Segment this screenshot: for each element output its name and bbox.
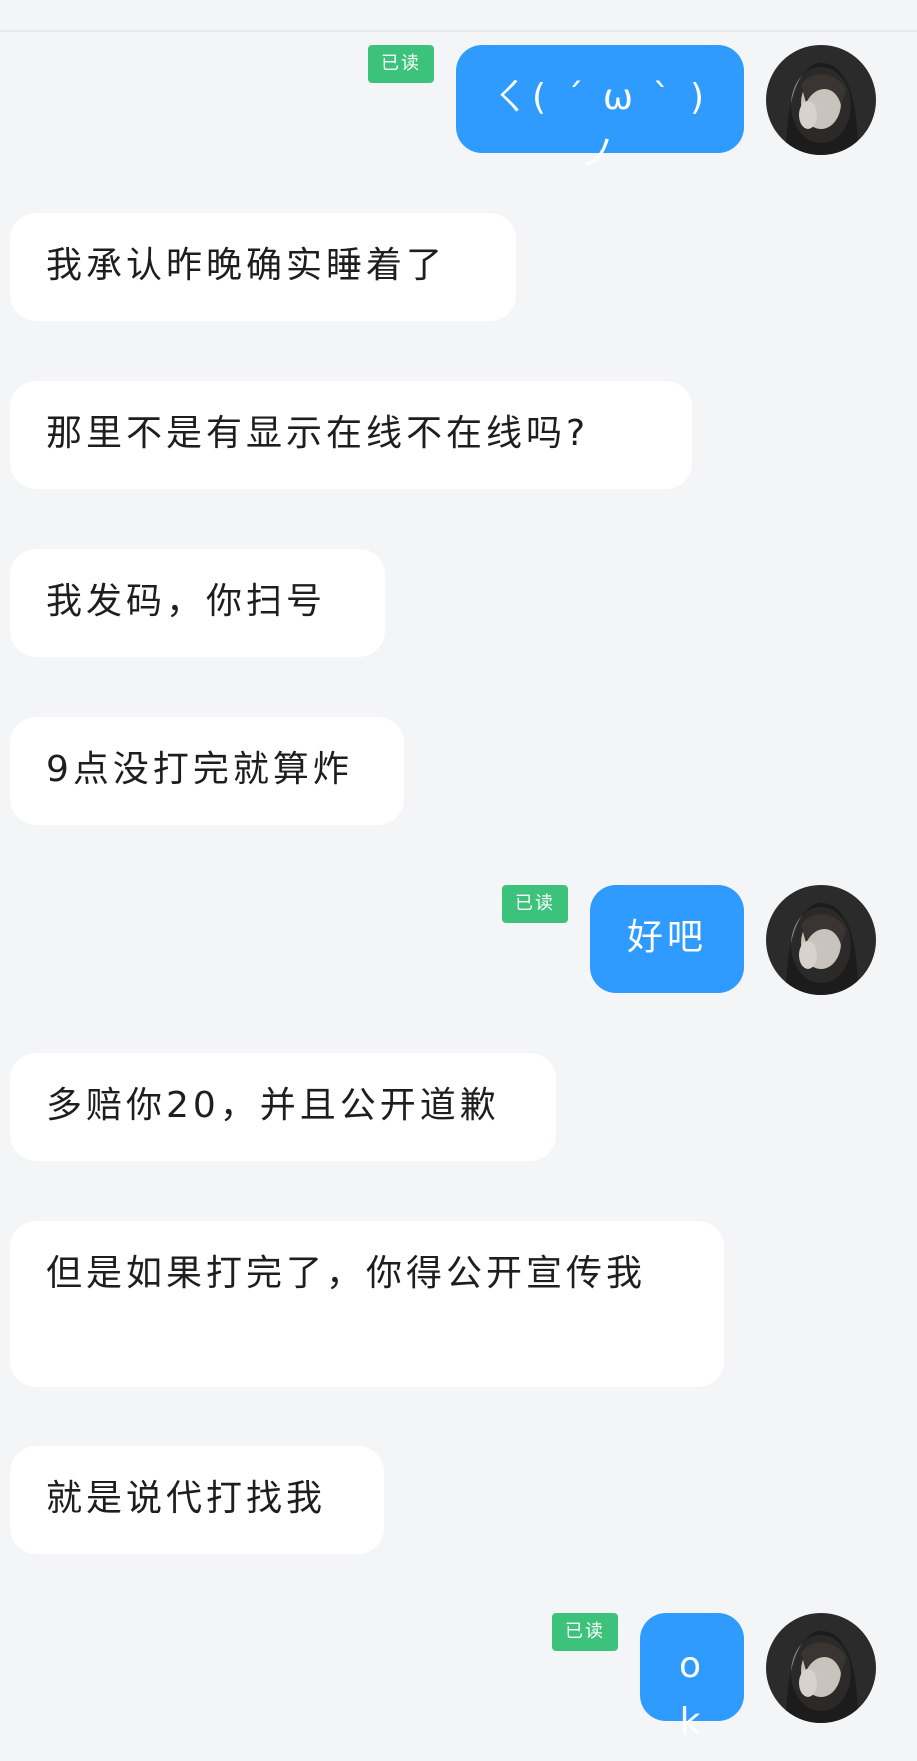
message-bubble-incoming[interactable]: 我发码，你扫号	[10, 549, 385, 657]
user-avatar-icon[interactable]	[766, 1613, 876, 1723]
message-bubble-incoming[interactable]: 但是如果打完了，你得公开宣传我	[10, 1221, 724, 1387]
message-bubble-incoming[interactable]: 9点没打完就算炸	[10, 717, 404, 825]
message-bubble-outgoing[interactable]: ok	[640, 1613, 744, 1742]
top-divider	[0, 0, 917, 32]
message-bubble-incoming[interactable]: 那里不是有显示在线不在线吗?	[10, 381, 692, 489]
message-bubble-incoming[interactable]: 就是说代打找我	[10, 1446, 384, 1554]
message-bubble-outgoing[interactable]: ㄑ( ˊ ω ˋ )ノ	[456, 45, 744, 174]
user-avatar-icon[interactable]	[766, 885, 876, 995]
read-badge: 已读	[552, 1613, 618, 1651]
read-badge: 已读	[368, 45, 434, 83]
message-bubble-incoming[interactable]: 多赔你20，并且公开道歉	[10, 1053, 556, 1161]
user-avatar-icon[interactable]	[766, 45, 876, 155]
message-bubble-incoming[interactable]: 我承认昨晚确实睡着了	[10, 213, 516, 321]
read-badge: 已读	[502, 885, 568, 923]
message-bubble-outgoing[interactable]: 好吧	[590, 885, 744, 993]
